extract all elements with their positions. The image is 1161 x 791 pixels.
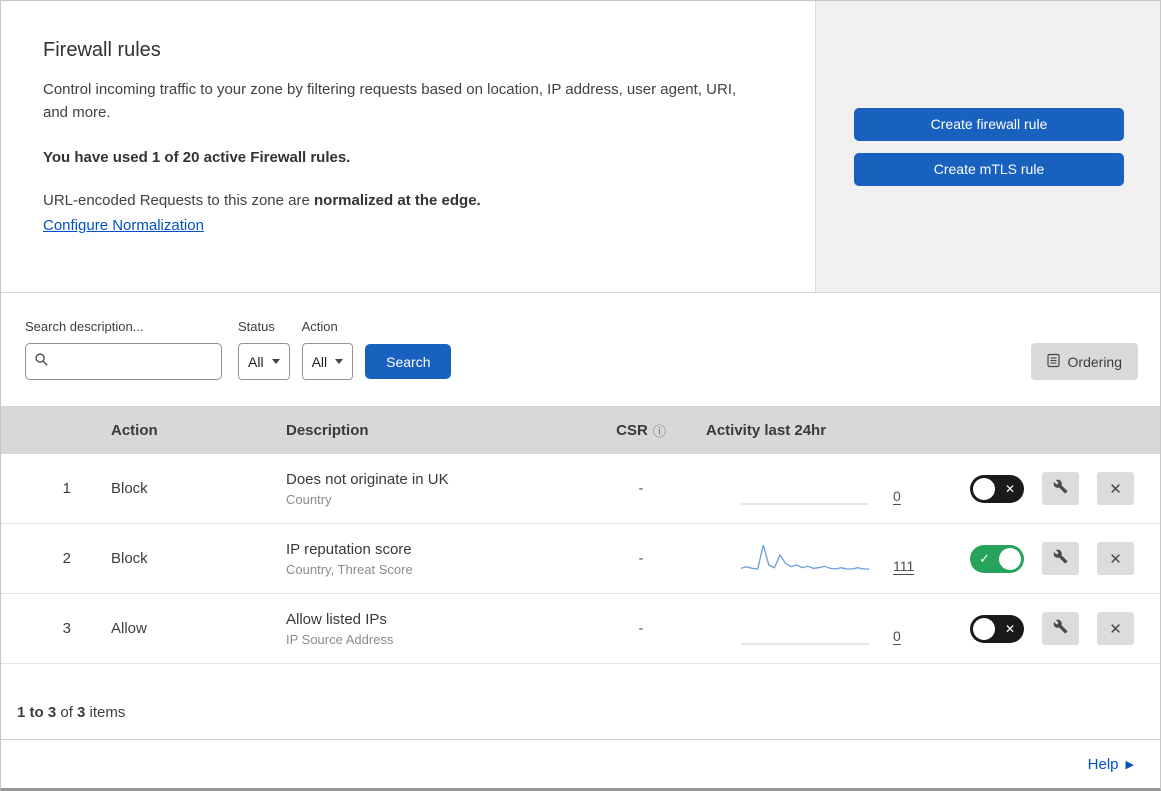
activity-sparkline [741, 610, 869, 648]
rule-activity: 111 [696, 540, 936, 578]
close-icon: ✕ [1109, 480, 1122, 498]
activity-sparkline [741, 470, 869, 508]
activity-count-link[interactable]: 111 [893, 558, 914, 574]
search-label: Search description... [25, 319, 144, 334]
table-row: 1 Block Does not originate in UK Country… [1, 454, 1160, 524]
page-title: Firewall rules [43, 39, 161, 61]
activity-count-link[interactable]: 0 [893, 488, 901, 504]
x-icon: ✕ [1004, 621, 1015, 636]
action-filter-group: Action All [301, 319, 354, 380]
create-firewall-rule-button[interactable]: Create firewall rule [854, 107, 1124, 141]
rule-enabled-toggle[interactable]: ✓ ✕ [970, 474, 1024, 503]
action-dropdown[interactable]: All [301, 343, 354, 380]
table-row: 2 Block IP reputation score Country, Thr… [1, 524, 1160, 594]
toggle-knob [973, 617, 995, 640]
close-icon: ✕ [1109, 620, 1122, 638]
info-icon[interactable]: ⓘ [653, 421, 666, 440]
ordering-list-icon [1046, 353, 1060, 371]
help-bar: Help ▶ [1, 739, 1160, 788]
description-column-header: Description [286, 421, 369, 439]
wrench-icon [1053, 549, 1068, 568]
rule-fields: Country, Threat Score [286, 561, 413, 577]
activity-count-link[interactable]: 0 [893, 628, 901, 644]
table-row: 3 Allow Allow listed IPs IP Source Addre… [1, 594, 1160, 664]
configure-normalization-link[interactable]: Configure Normalization [43, 217, 204, 234]
delete-rule-button[interactable]: ✕ [1097, 472, 1134, 505]
rule-action: Allow [111, 620, 147, 637]
hero-section: Firewall rules Control incoming traffic … [1, 1, 1160, 293]
toggle-knob [999, 547, 1021, 570]
edit-rule-button[interactable] [1042, 612, 1079, 645]
delete-rule-button[interactable]: ✕ [1097, 612, 1134, 645]
rule-activity: 0 [696, 610, 936, 648]
page-description: Control incoming traffic to your zone by… [43, 81, 737, 122]
help-link[interactable]: Help ▶ [1088, 756, 1134, 773]
action-column-header: Action [111, 421, 158, 439]
rule-controls: ✓ ✕ ✕ [936, 472, 1160, 505]
search-icon [34, 352, 49, 372]
rule-controls: ✓ ✕ ✕ [936, 612, 1160, 645]
check-icon: ✓ [979, 550, 990, 566]
close-icon: ✕ [1109, 550, 1122, 568]
delete-rule-button[interactable]: ✕ [1097, 542, 1134, 575]
rule-fields: IP Source Address [286, 631, 394, 647]
activity-column-header: Activity last 24hr [706, 421, 827, 439]
rule-description: Allow listed IPs IP Source Address [266, 611, 586, 647]
arrow-right-icon: ▶ [1125, 758, 1134, 771]
status-dropdown[interactable]: All [238, 343, 290, 380]
search-box [25, 343, 222, 380]
rule-enabled-toggle[interactable]: ✓ ✕ [970, 614, 1024, 643]
rule-action: Block [111, 550, 148, 567]
usage-summary: You have used 1 of 20 active Firewall ru… [43, 148, 351, 166]
rule-priority: 1 [62, 480, 71, 497]
hero-actions-panel: Create firewall rule Create mTLS rule [815, 1, 1160, 292]
search-group: Search description... [25, 319, 222, 380]
edit-rule-button[interactable] [1042, 542, 1079, 575]
action-label: Action [301, 319, 338, 334]
x-icon: ✕ [1004, 481, 1015, 496]
rule-activity: 0 [696, 470, 936, 508]
chevron-down-icon [335, 359, 344, 364]
chevron-down-icon [271, 359, 280, 364]
rule-controls: ✓ ✕ ✕ [936, 542, 1160, 575]
rule-csr-value: - [638, 480, 644, 497]
filters-bar: Search description... Status All Action … [1, 293, 1160, 406]
wrench-icon [1053, 479, 1068, 498]
toggle-knob [973, 477, 995, 500]
csr-column-header: CSR ⓘ [616, 421, 666, 440]
rule-csr-value: - [638, 620, 644, 637]
hero-text: Firewall rules Control incoming traffic … [1, 1, 815, 292]
status-filter-group: Status All [238, 319, 290, 380]
table-header-row: Action Description CSR ⓘ Activity last 2… [1, 406, 1160, 454]
rule-action: Block [111, 480, 148, 497]
activity-sparkline [741, 540, 869, 578]
rule-priority: 2 [62, 550, 71, 567]
rule-fields: Country [286, 491, 332, 507]
ordering-button[interactable]: Ordering [1030, 343, 1138, 380]
edit-rule-button[interactable] [1042, 472, 1079, 505]
rule-description: IP reputation score Country, Threat Scor… [266, 541, 586, 577]
rule-csr-value: - [638, 550, 644, 567]
normalization-note: URL-encoded Requests to this zone are no… [43, 191, 481, 209]
firewall-rules-page: Firewall rules Control incoming traffic … [0, 0, 1161, 791]
rule-description: Does not originate in UK Country [266, 471, 586, 507]
search-button[interactable]: Search [365, 344, 452, 379]
rule-priority: 3 [62, 620, 71, 637]
search-input[interactable] [55, 353, 213, 370]
wrench-icon [1053, 619, 1068, 638]
pagination-summary: 1 to 3 of 3 items [17, 704, 126, 721]
status-label: Status [238, 319, 275, 334]
create-mtls-rule-button[interactable]: Create mTLS rule [854, 152, 1124, 186]
rule-enabled-toggle[interactable]: ✓ ✕ [970, 544, 1024, 573]
